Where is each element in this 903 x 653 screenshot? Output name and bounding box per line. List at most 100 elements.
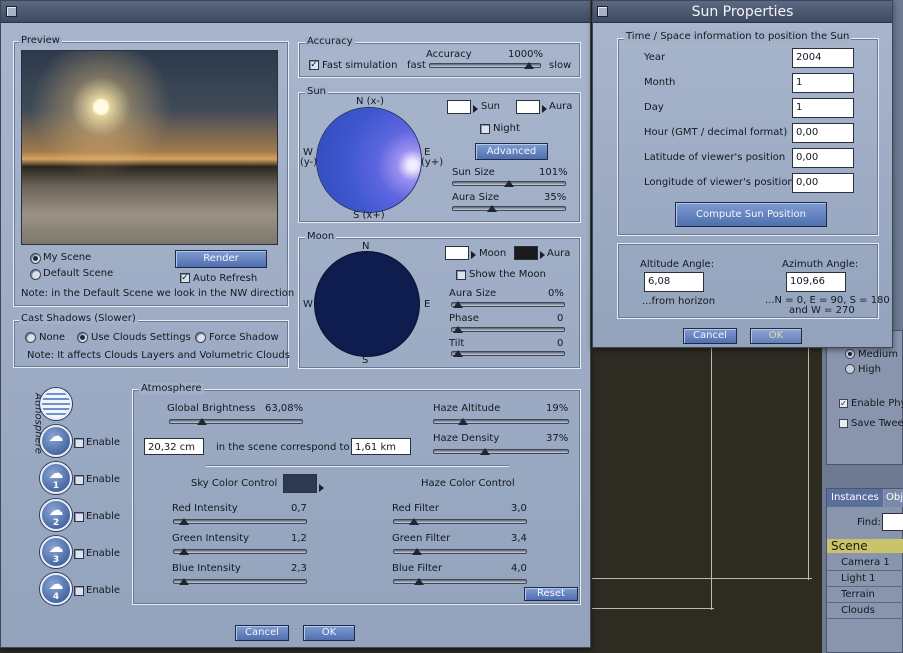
shadows-none-label: None — [39, 332, 66, 343]
atmosphere-main-icon[interactable] — [40, 388, 72, 420]
haze-density-slider[interactable] — [433, 449, 569, 454]
latitude-input[interactable]: 0,00 — [792, 148, 854, 168]
cloud-layer-4-enable-checkbox[interactable] — [74, 586, 84, 596]
sun-aura-color-swatch[interactable] — [516, 100, 540, 114]
cloud-layer-2-enable-checkbox[interactable] — [74, 512, 84, 522]
close-icon[interactable] — [6, 6, 17, 17]
moon-aura-dropdown-icon[interactable] — [540, 251, 545, 259]
scale-km-input[interactable]: 1,61 km — [351, 438, 411, 455]
sun-color-dropdown-icon[interactable] — [473, 105, 478, 113]
cancel-button[interactable]: Cancel — [235, 625, 289, 641]
global-brightness-slider-thumb[interactable] — [197, 418, 208, 425]
sun-position-sphere[interactable] — [317, 108, 421, 212]
cloud-layer-3-enable-checkbox[interactable] — [74, 549, 84, 559]
green-filter-slider-thumb[interactable] — [411, 548, 422, 555]
tab-objects[interactable]: Obj — [884, 489, 903, 507]
night-label: Night — [493, 123, 520, 134]
moon-compass-south: S — [362, 355, 369, 366]
phase-slider[interactable] — [451, 327, 565, 332]
scene-item[interactable]: Camera 1 — [827, 555, 903, 571]
show-moon-checkbox[interactable] — [456, 270, 466, 280]
cloud-layer-3-icon[interactable]: ☁ 3 — [40, 536, 72, 568]
shadows-none-radio[interactable] — [25, 332, 36, 343]
save-tweens-option[interactable]: Save Twee — [839, 418, 903, 429]
scene-item[interactable]: Light 1 — [827, 571, 903, 587]
cloud-layer-1-icon[interactable]: ☁ 1 — [40, 462, 72, 494]
haze-altitude-slider-thumb[interactable] — [458, 418, 469, 425]
sky-color-swatch[interactable] — [283, 474, 317, 493]
green-intensity-slider-thumb[interactable] — [178, 548, 189, 555]
day-input[interactable]: 1 — [792, 98, 854, 118]
moon-aura-color-swatch[interactable] — [514, 246, 538, 260]
blue-filter-slider-thumb[interactable] — [414, 578, 425, 585]
moon-aura-size-slider-thumb[interactable] — [453, 301, 463, 308]
sun-ok-button[interactable]: OK — [750, 328, 802, 344]
cloud-layer-2-icon[interactable]: ☁ 2 — [40, 499, 72, 531]
global-brightness-slider[interactable] — [169, 419, 303, 424]
default-scene-radio[interactable] — [30, 269, 41, 280]
haze-density-slider-thumb[interactable] — [480, 448, 491, 455]
shadows-clouds-radio[interactable] — [77, 332, 88, 343]
red-intensity-slider-thumb[interactable] — [178, 518, 189, 525]
sun-size-slider-thumb[interactable] — [504, 180, 514, 187]
moon-position-sphere[interactable] — [315, 252, 419, 356]
render-button[interactable]: Render — [175, 250, 267, 268]
sun-aura-dropdown-icon[interactable] — [542, 105, 547, 113]
haze-altitude-slider[interactable] — [433, 419, 569, 424]
my-scene-radio[interactable] — [30, 253, 41, 264]
red-filter-slider-thumb[interactable] — [409, 518, 420, 525]
tab-instances[interactable]: Instances — [827, 489, 883, 507]
cloud-layers-icon[interactable]: ☁ — [40, 425, 72, 457]
moon-color-dropdown-icon[interactable] — [471, 251, 476, 259]
force-shadow-radio[interactable] — [195, 332, 206, 343]
blue-filter-slider[interactable] — [393, 579, 527, 584]
longitude-input[interactable]: 0,00 — [792, 173, 854, 193]
year-input[interactable]: 2004 — [792, 48, 854, 68]
accuracy-slider-thumb[interactable] — [524, 62, 535, 69]
layer-number: 2 — [52, 518, 60, 528]
cloud-layer-1-enable-checkbox[interactable] — [74, 475, 84, 485]
ok-button[interactable]: OK — [303, 625, 355, 641]
azimuth-input[interactable]: 109,66 — [786, 272, 846, 292]
scene-item[interactable]: Clouds — [827, 603, 903, 619]
blue-intensity-slider[interactable] — [173, 579, 307, 584]
enable-physics-checkbox[interactable]: ✓ — [839, 398, 848, 408]
green-intensity-slider[interactable] — [173, 549, 307, 554]
medium-radio[interactable] — [845, 349, 855, 359]
red-filter-label: Red Filter — [392, 503, 439, 514]
high-label: High — [858, 364, 881, 375]
month-input[interactable]: 1 — [792, 73, 854, 93]
night-checkbox[interactable] — [480, 124, 490, 134]
enable-physics-option[interactable]: ✓ Enable Phy — [839, 398, 903, 409]
cloud-layer-4-icon[interactable]: ☁ 4 — [40, 573, 72, 605]
compute-sun-position-button[interactable]: Compute Sun Position — [675, 202, 827, 227]
altitude-input[interactable]: 6,08 — [644, 272, 704, 292]
sun-aura-size-slider-thumb[interactable] — [487, 205, 497, 212]
scale-cm-input[interactable]: 20,32 cm — [144, 438, 204, 455]
sun-cancel-button[interactable]: Cancel — [683, 328, 737, 344]
scene-item[interactable]: Terrain — [827, 587, 903, 603]
high-option[interactable]: High — [845, 364, 881, 375]
find-input[interactable] — [882, 513, 903, 531]
high-radio[interactable] — [845, 364, 855, 374]
fast-simulation-checkbox[interactable]: ✓ — [309, 60, 319, 70]
tilt-slider-thumb[interactable] — [453, 350, 463, 357]
advanced-button[interactable]: Advanced — [475, 143, 548, 160]
red-intensity-slider[interactable] — [173, 519, 307, 524]
sun-aura-size-label: Aura Size — [452, 192, 500, 203]
phase-slider-thumb[interactable] — [453, 326, 463, 333]
scene-header[interactable]: Scene — [827, 539, 903, 553]
moon-aura-size-slider[interactable] — [451, 302, 565, 307]
moon-color-swatch[interactable] — [445, 246, 469, 260]
reset-button[interactable]: Reset — [524, 587, 578, 601]
tilt-slider[interactable] — [451, 351, 565, 356]
hour-input[interactable]: 0,00 — [792, 123, 854, 143]
medium-option[interactable]: Medium — [845, 349, 898, 360]
blue-intensity-slider-thumb[interactable] — [178, 578, 189, 585]
save-tweens-checkbox[interactable] — [839, 418, 848, 428]
sun-aura-size-slider[interactable] — [452, 206, 566, 211]
auto-refresh-checkbox[interactable]: ✓ — [180, 273, 190, 283]
sky-color-dropdown-icon[interactable] — [319, 484, 324, 492]
sun-color-swatch[interactable] — [447, 100, 471, 114]
cloud-layers-enable-checkbox[interactable] — [74, 438, 84, 448]
